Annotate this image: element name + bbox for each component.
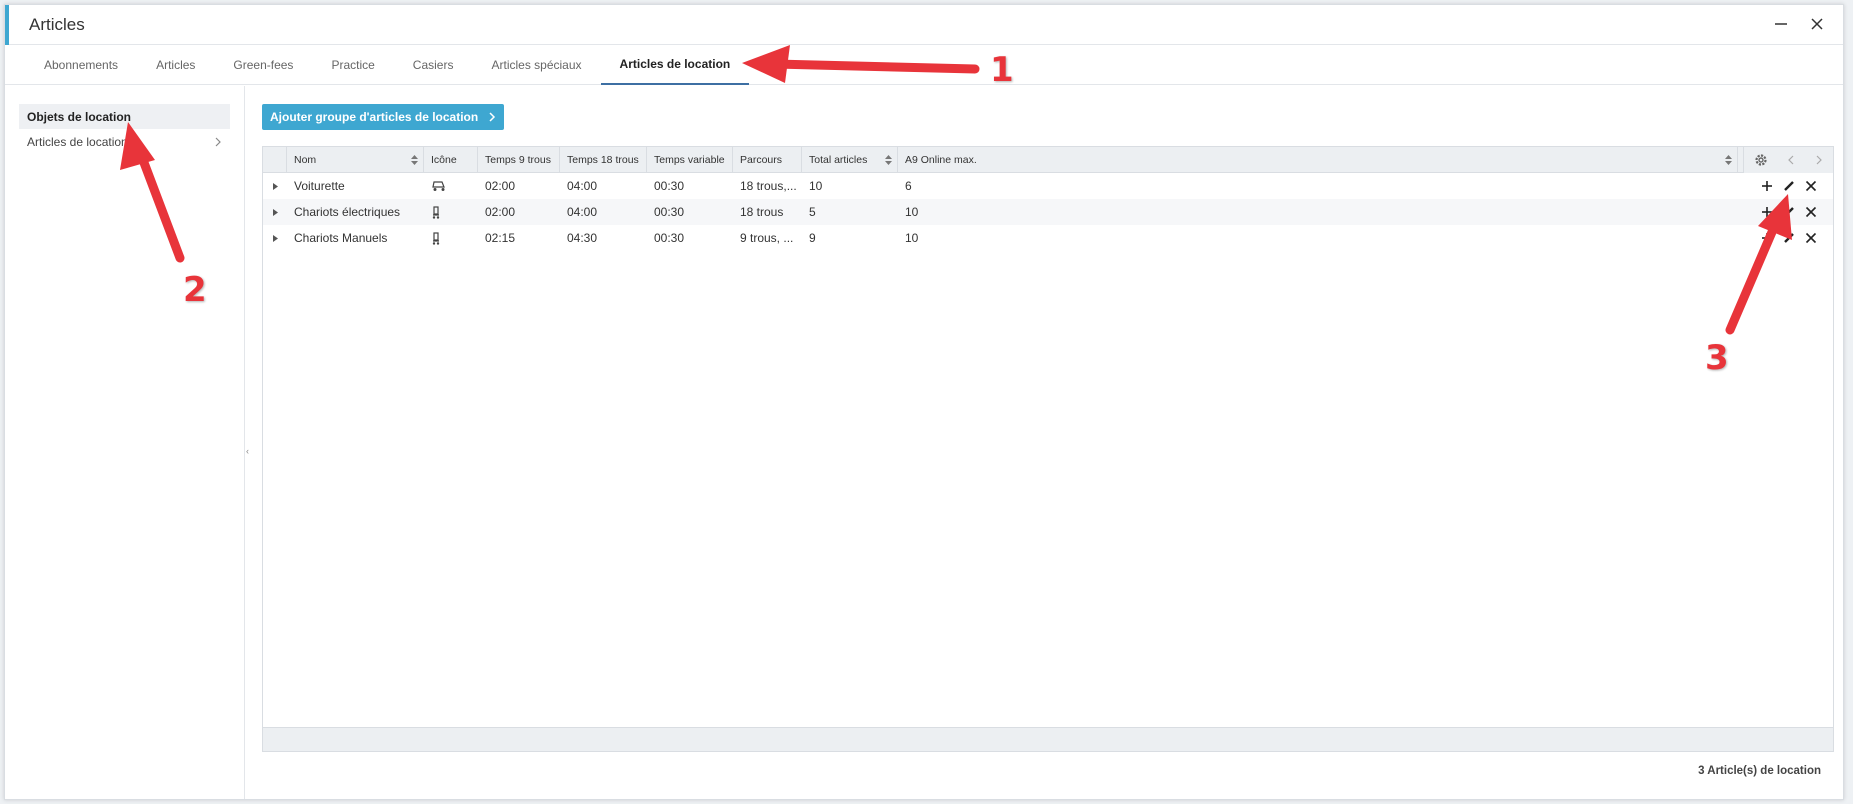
cell-temps-variable: 00:30 <box>654 179 685 193</box>
cell-nom: Chariots Manuels <box>294 231 388 245</box>
tab-bar: Abonnements Articles Green-fees Practice… <box>5 45 1843 85</box>
annotation-1: 1 <box>990 50 1014 90</box>
cell-max: 6 <box>905 179 912 193</box>
delete-icon[interactable] <box>1803 178 1819 194</box>
sidebar-item-objets-de-location[interactable]: Objets de location <box>19 104 230 129</box>
cell-temps-variable: 00:30 <box>654 231 685 245</box>
cell-nom: Voiturette <box>294 179 345 193</box>
cell-max: 10 <box>905 205 919 219</box>
sidebar-item-label: Articles de location <box>27 134 128 149</box>
add-icon[interactable] <box>1759 204 1775 220</box>
chevron-right-icon <box>215 137 221 146</box>
chevron-left-icon[interactable] <box>1787 155 1795 165</box>
column-header-a9-online-max[interactable]: A9 Online max. <box>898 147 1738 172</box>
delete-icon[interactable] <box>1803 230 1819 246</box>
table-header: Nom Icône Temps 9 trous Temps 18 trous T… <box>263 147 1833 173</box>
record-count: 3 Article(s) de location <box>1698 765 1821 777</box>
cell-total: 5 <box>809 205 816 219</box>
window-title: Articles <box>29 14 85 34</box>
cell-parcours: 9 trous, ... <box>740 231 794 245</box>
column-header-nom[interactable]: Nom <box>287 147 424 172</box>
golf-trolley-icon <box>424 225 478 251</box>
column-header-temps-variable[interactable]: Temps variable <box>647 147 733 172</box>
title-accent <box>5 5 9 45</box>
main-content: Ajouter groupe d'articles de location No… <box>245 86 1843 799</box>
sort-icon[interactable] <box>411 155 418 165</box>
articles-window: Articles Abonnements Articles Green-fees… <box>4 4 1844 800</box>
table-row[interactable]: Voiturette 02:00 04:00 00:30 18 trous,..… <box>263 173 1833 199</box>
cell-temps-9: 02:00 <box>485 179 516 193</box>
cell-max: 10 <box>905 231 919 245</box>
cell-temps-variable: 00:30 <box>654 205 685 219</box>
annotation-3: 3 <box>1705 338 1729 378</box>
cell-temps-18: 04:00 <box>567 205 598 219</box>
tab-articles[interactable]: Articles <box>137 45 214 85</box>
sidebar-item-label: Objets de location <box>27 109 132 124</box>
edit-pencil-icon[interactable] <box>1781 230 1797 246</box>
column-header-icone[interactable]: Icône <box>424 147 478 172</box>
rental-items-table: Nom Icône Temps 9 trous Temps 18 trous T… <box>262 146 1834 752</box>
table-row[interactable]: Chariots Manuels 02:15 04:30 00:30 9 tro… <box>263 225 1833 251</box>
cell-total: 9 <box>809 231 816 245</box>
expand-row-icon[interactable] <box>263 225 287 251</box>
edit-pencil-icon[interactable] <box>1781 178 1797 194</box>
cell-parcours: 18 trous,... <box>740 179 797 193</box>
cell-total: 10 <box>809 179 823 193</box>
tab-green-fees[interactable]: Green-fees <box>214 45 312 85</box>
column-header-temps-18-trous[interactable]: Temps 18 trous <box>560 147 647 172</box>
sidebar: Objets de location Articles de location … <box>5 86 249 799</box>
expand-column-header <box>263 147 287 172</box>
golf-cart-icon <box>424 173 478 199</box>
tab-practice[interactable]: Practice <box>312 45 393 85</box>
cell-temps-18: 04:00 <box>567 179 598 193</box>
edit-pencil-icon[interactable] <box>1781 204 1797 220</box>
close-icon[interactable] <box>1809 16 1825 32</box>
sort-icon[interactable] <box>1725 155 1732 165</box>
add-icon[interactable] <box>1759 230 1775 246</box>
expand-row-icon[interactable] <box>263 173 287 199</box>
tab-abonnements[interactable]: Abonnements <box>25 45 137 85</box>
cell-temps-9: 02:15 <box>485 231 516 245</box>
table-row[interactable]: Chariots électriques 02:00 04:00 00:30 1… <box>263 199 1833 225</box>
golf-trolley-icon <box>424 199 478 225</box>
tab-articles-de-location[interactable]: Articles de location <box>600 45 750 85</box>
column-header-total-articles[interactable]: Total articles <box>802 147 898 172</box>
gear-icon[interactable] <box>1754 153 1768 167</box>
column-header-temps-9-trous[interactable]: Temps 9 trous <box>478 147 560 172</box>
sidebar-item-articles-de-location[interactable]: Articles de location <box>19 129 230 154</box>
column-header-parcours[interactable]: Parcours <box>733 147 802 172</box>
sort-icon[interactable] <box>885 155 892 165</box>
title-bar: Articles <box>5 5 1843 45</box>
cell-temps-18: 04:30 <box>567 231 598 245</box>
tab-casiers[interactable]: Casiers <box>394 45 473 85</box>
table-header-tools <box>1743 147 1833 173</box>
add-rental-group-button[interactable]: Ajouter groupe d'articles de location <box>262 104 505 130</box>
annotation-2: 2 <box>183 270 207 310</box>
minimize-icon[interactable] <box>1773 16 1789 32</box>
table-footer <box>263 727 1833 751</box>
tab-articles-speciaux[interactable]: Articles spéciaux <box>472 45 600 85</box>
expand-row-icon[interactable] <box>263 199 287 225</box>
add-icon[interactable] <box>1759 178 1775 194</box>
cell-parcours: 18 trous <box>740 205 784 219</box>
cell-temps-9: 02:00 <box>485 205 516 219</box>
delete-icon[interactable] <box>1803 204 1819 220</box>
chevron-right-icon[interactable] <box>1815 155 1823 165</box>
chevron-right-icon <box>489 112 496 122</box>
add-button-label: Ajouter groupe d'articles de location <box>270 110 479 124</box>
cell-nom: Chariots électriques <box>294 205 401 219</box>
